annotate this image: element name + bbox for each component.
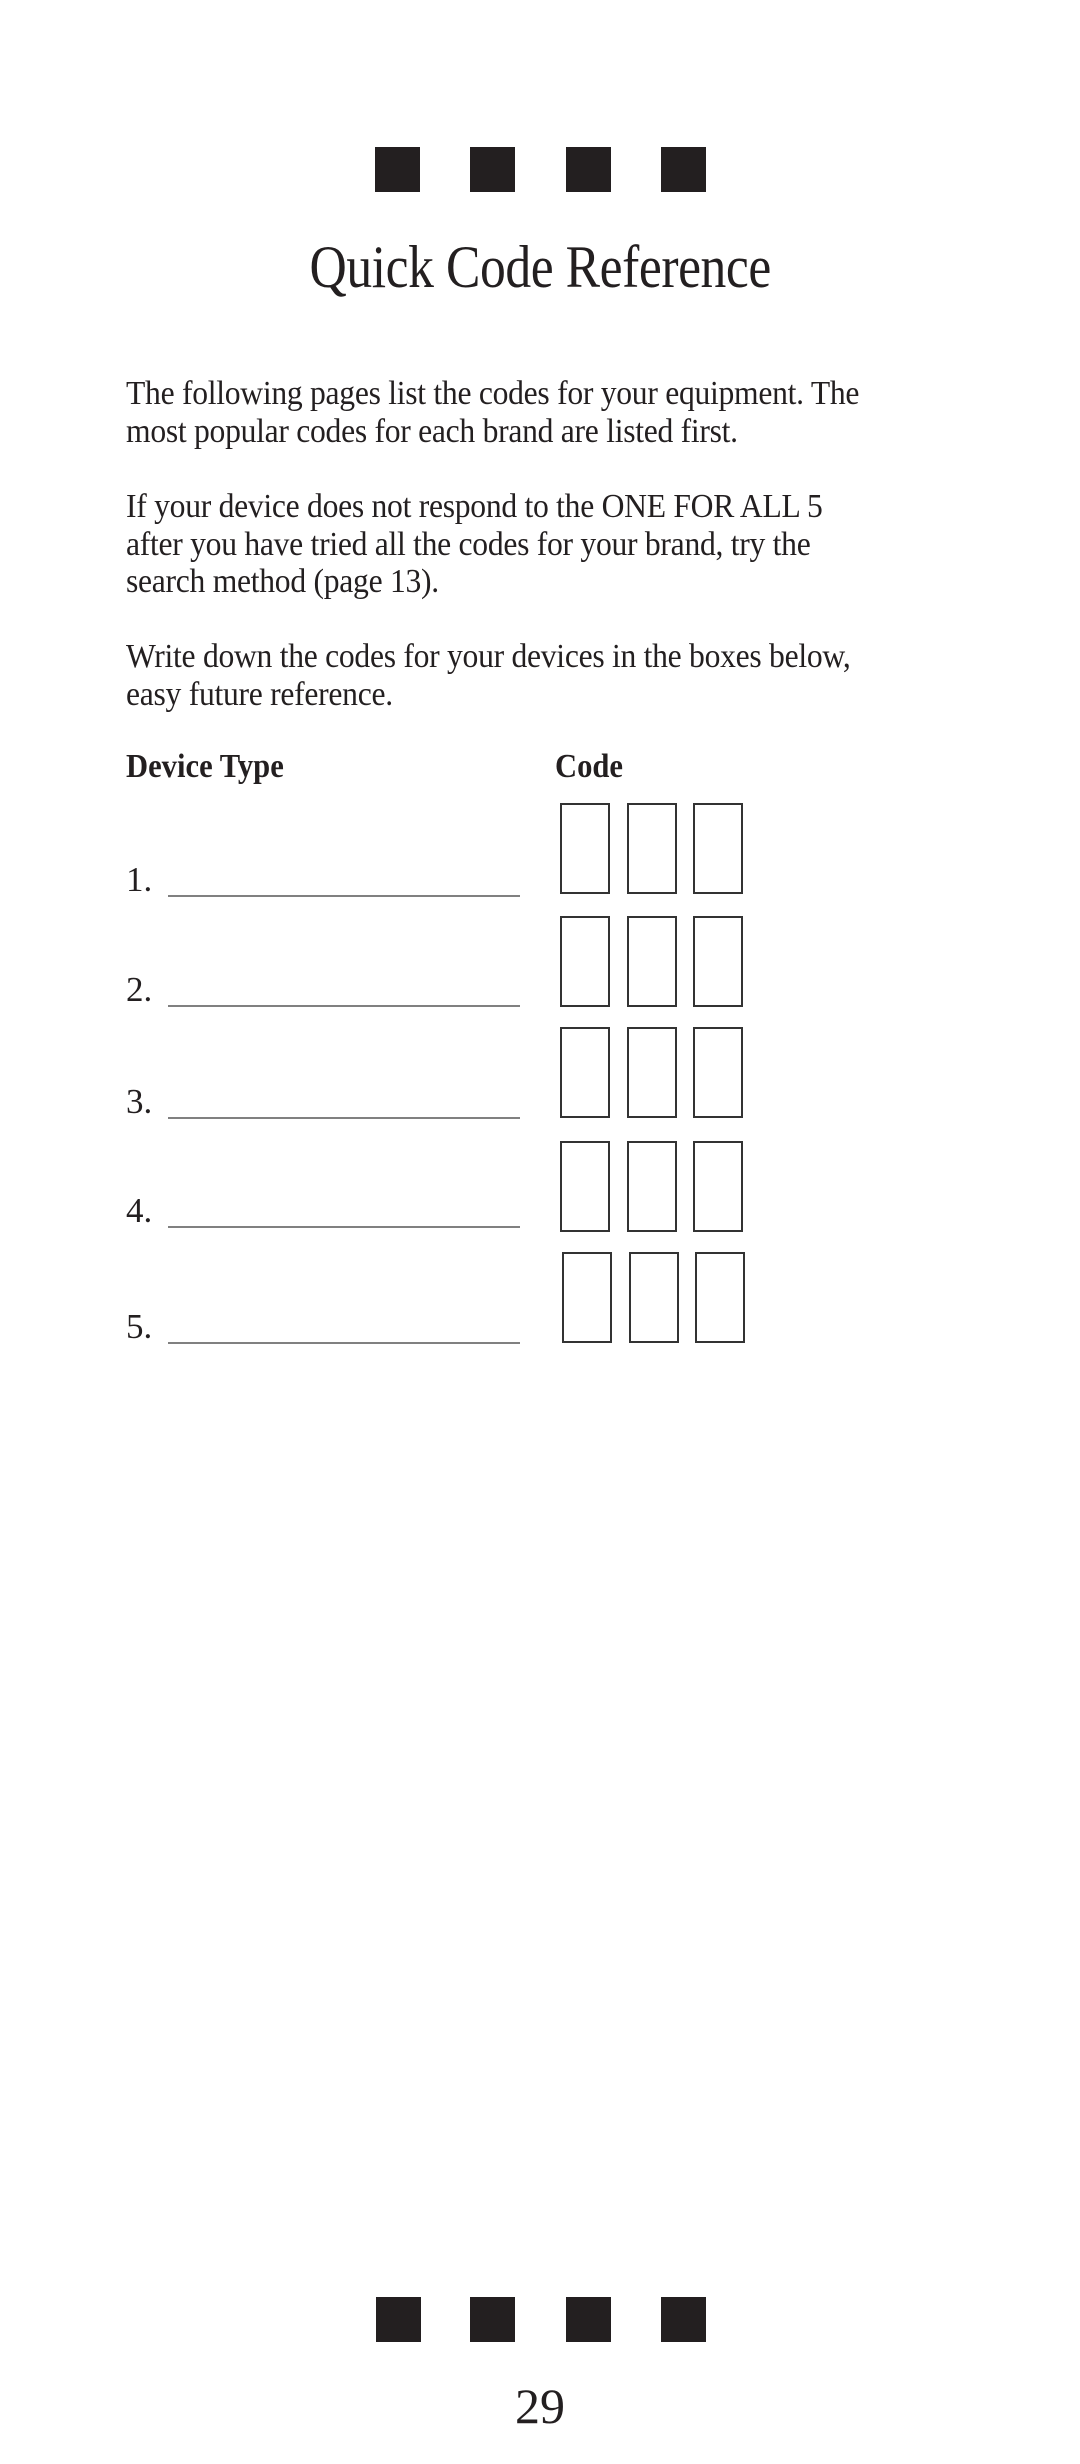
page-number: 29 [515, 2378, 565, 2434]
top-decorative-squares [375, 147, 707, 192]
square-icon [661, 2297, 706, 2342]
bottom-decorative-squares [376, 2297, 708, 2342]
code-digit-box[interactable] [560, 1141, 610, 1232]
device-type-field[interactable] [168, 1117, 520, 1119]
code-digit-box[interactable] [627, 803, 677, 894]
square-icon [470, 2297, 515, 2342]
row-number: 2. [126, 970, 153, 1009]
device-type-field[interactable] [168, 895, 520, 897]
code-digit-box[interactable] [627, 916, 677, 1007]
device-type-field[interactable] [168, 1005, 520, 1007]
square-icon [566, 2297, 611, 2342]
code-digit-box[interactable] [693, 1027, 743, 1118]
code-digit-box[interactable] [560, 916, 610, 1007]
paragraph-line: after you have tried all the codes for y… [126, 525, 811, 563]
device-type-field[interactable] [168, 1342, 520, 1344]
code-header-text: Code [555, 748, 624, 785]
square-icon [470, 147, 515, 192]
device-type-header-text: Device Type [126, 748, 284, 785]
paragraph-line: most popular codes for each brand are li… [126, 412, 738, 450]
row-number: 3. [126, 1082, 153, 1121]
code-digit-box[interactable] [560, 1027, 610, 1118]
paragraph-line: The following pages list the codes for y… [126, 375, 860, 412]
square-icon [661, 147, 706, 192]
code-digit-box[interactable] [629, 1252, 679, 1343]
code-digit-box[interactable] [693, 803, 743, 894]
code-digit-box[interactable] [693, 1141, 743, 1232]
code-digit-box[interactable] [627, 1141, 677, 1232]
square-icon [375, 147, 420, 192]
write-down-paragraph: Write down the codes for your devices in… [126, 638, 986, 713]
paragraph-line: easy future reference. [126, 675, 393, 713]
square-icon [376, 2297, 421, 2342]
device-type-field[interactable] [168, 1226, 520, 1228]
code-digit-box[interactable] [560, 803, 610, 894]
code-digit-box[interactable] [695, 1252, 745, 1343]
paragraph-line: If your device does not respond to the O… [126, 488, 823, 525]
code-digit-box[interactable] [693, 916, 743, 1007]
intro-paragraph: The following pages list the codes for y… [126, 375, 986, 450]
code-digit-box[interactable] [562, 1252, 612, 1343]
row-number: 5. [126, 1307, 153, 1346]
square-icon [566, 147, 611, 192]
code-digit-box[interactable] [627, 1027, 677, 1118]
row-number: 1. [126, 860, 153, 899]
code-header: Code [555, 748, 631, 786]
page-title-text: Quick Code Reference [309, 234, 771, 300]
device-type-header: Device Type [126, 748, 301, 786]
page-title: Quick Code Reference [0, 232, 1080, 302]
paragraph-line: search method (page 13). [126, 563, 439, 600]
row-number: 4. [126, 1191, 153, 1230]
paragraph-line: Write down the codes for your devices in… [126, 638, 851, 675]
search-method-paragraph: If your device does not respond to the O… [126, 488, 986, 601]
